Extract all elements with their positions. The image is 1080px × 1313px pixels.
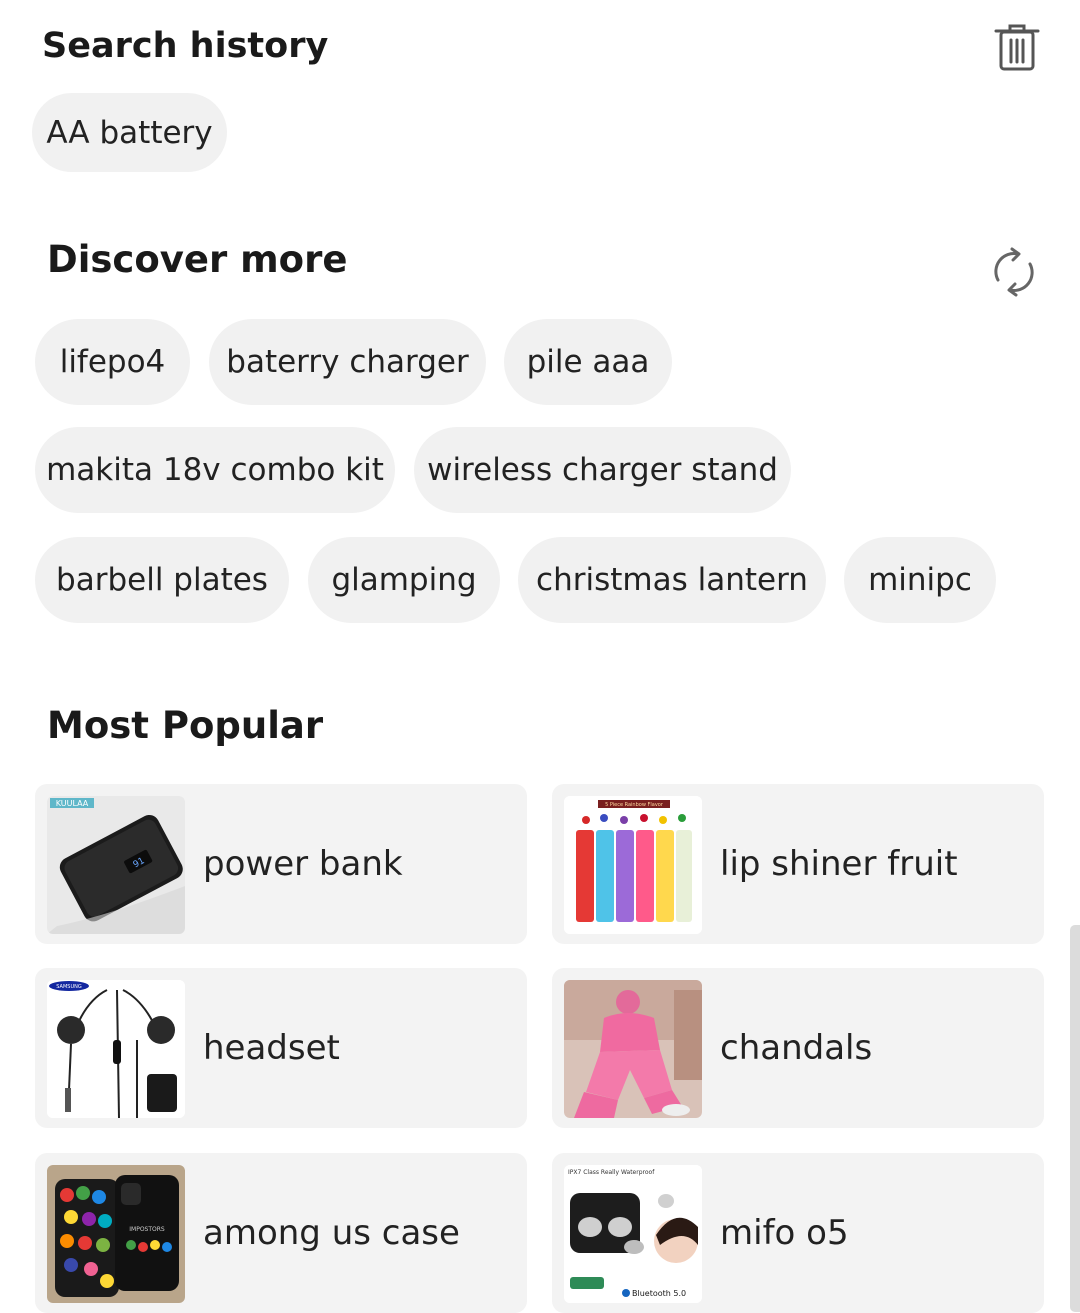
discover-chip-minipc[interactable]: minipc — [844, 537, 996, 623]
popular-card-label: headset — [203, 1028, 340, 1068]
popular-card-label: power bank — [203, 844, 403, 884]
svg-text:SAMSUNG: SAMSUNG — [56, 984, 82, 990]
trash-icon[interactable] — [994, 22, 1040, 72]
popular-card-power-bank[interactable]: KUULAA 91 power bank — [35, 784, 527, 944]
most-popular-title: Most Popular — [47, 704, 324, 747]
discover-chip-christmas-lantern[interactable]: christmas lantern — [518, 537, 826, 623]
discover-chip-makita[interactable]: makita 18v combo kit — [35, 427, 395, 513]
popular-card-mifo-o5[interactable]: IPX7 Class Really Waterproof Bluetooth 5… — [552, 1153, 1044, 1313]
chandals-image — [564, 980, 702, 1118]
scrollbar[interactable] — [1070, 925, 1080, 1312]
svg-text:IPX7 Class Really Waterproof: IPX7 Class Really Waterproof — [568, 1169, 655, 1176]
svg-text:KUULAA: KUULAA — [56, 799, 89, 808]
refresh-icon[interactable] — [988, 246, 1040, 298]
headset-image: SAMSUNG — [47, 980, 185, 1118]
popular-card-label: chandals — [720, 1028, 873, 1068]
popular-card-chandals[interactable]: chandals — [552, 968, 1044, 1128]
discover-chip-lifepo4[interactable]: lifepo4 — [35, 319, 190, 405]
among-us-case-image: IMPOSTORS — [47, 1165, 185, 1303]
discover-chip-barbell-plates[interactable]: barbell plates — [35, 537, 289, 623]
svg-text:IMPOSTORS: IMPOSTORS — [129, 1226, 165, 1233]
popular-card-among-us-case[interactable]: IMPOSTORS among us case — [35, 1153, 527, 1313]
popular-card-headset[interactable]: SAMSUNG headset — [35, 968, 527, 1128]
svg-text:5 Piece Rainbow Flavor: 5 Piece Rainbow Flavor — [605, 802, 664, 808]
discover-chip-glamping[interactable]: glamping — [308, 537, 500, 623]
mifo-o5-image: IPX7 Class Really Waterproof Bluetooth 5… — [564, 1165, 702, 1303]
search-history-title: Search history — [42, 26, 329, 66]
discover-chip-pile-aaa[interactable]: pile aaa — [504, 319, 672, 405]
power-bank-image: KUULAA 91 — [47, 796, 185, 934]
popular-card-label: mifo o5 — [720, 1213, 849, 1253]
popular-card-label: among us case — [203, 1213, 460, 1253]
lip-shiner-image: 5 Piece Rainbow Flavor — [564, 796, 702, 934]
discover-more-title: Discover more — [47, 238, 348, 281]
popular-card-lip-shiner-fruit[interactable]: 5 Piece Rainbow Flavor lip shiner fruit — [552, 784, 1044, 944]
svg-text:Bluetooth 5.0: Bluetooth 5.0 — [632, 1289, 686, 1298]
discover-chip-wireless-charger-stand[interactable]: wireless charger stand — [414, 427, 791, 513]
history-chip[interactable]: AA battery — [32, 93, 227, 172]
popular-card-label: lip shiner fruit — [720, 844, 958, 884]
discover-chip-baterry-charger[interactable]: baterry charger — [209, 319, 486, 405]
